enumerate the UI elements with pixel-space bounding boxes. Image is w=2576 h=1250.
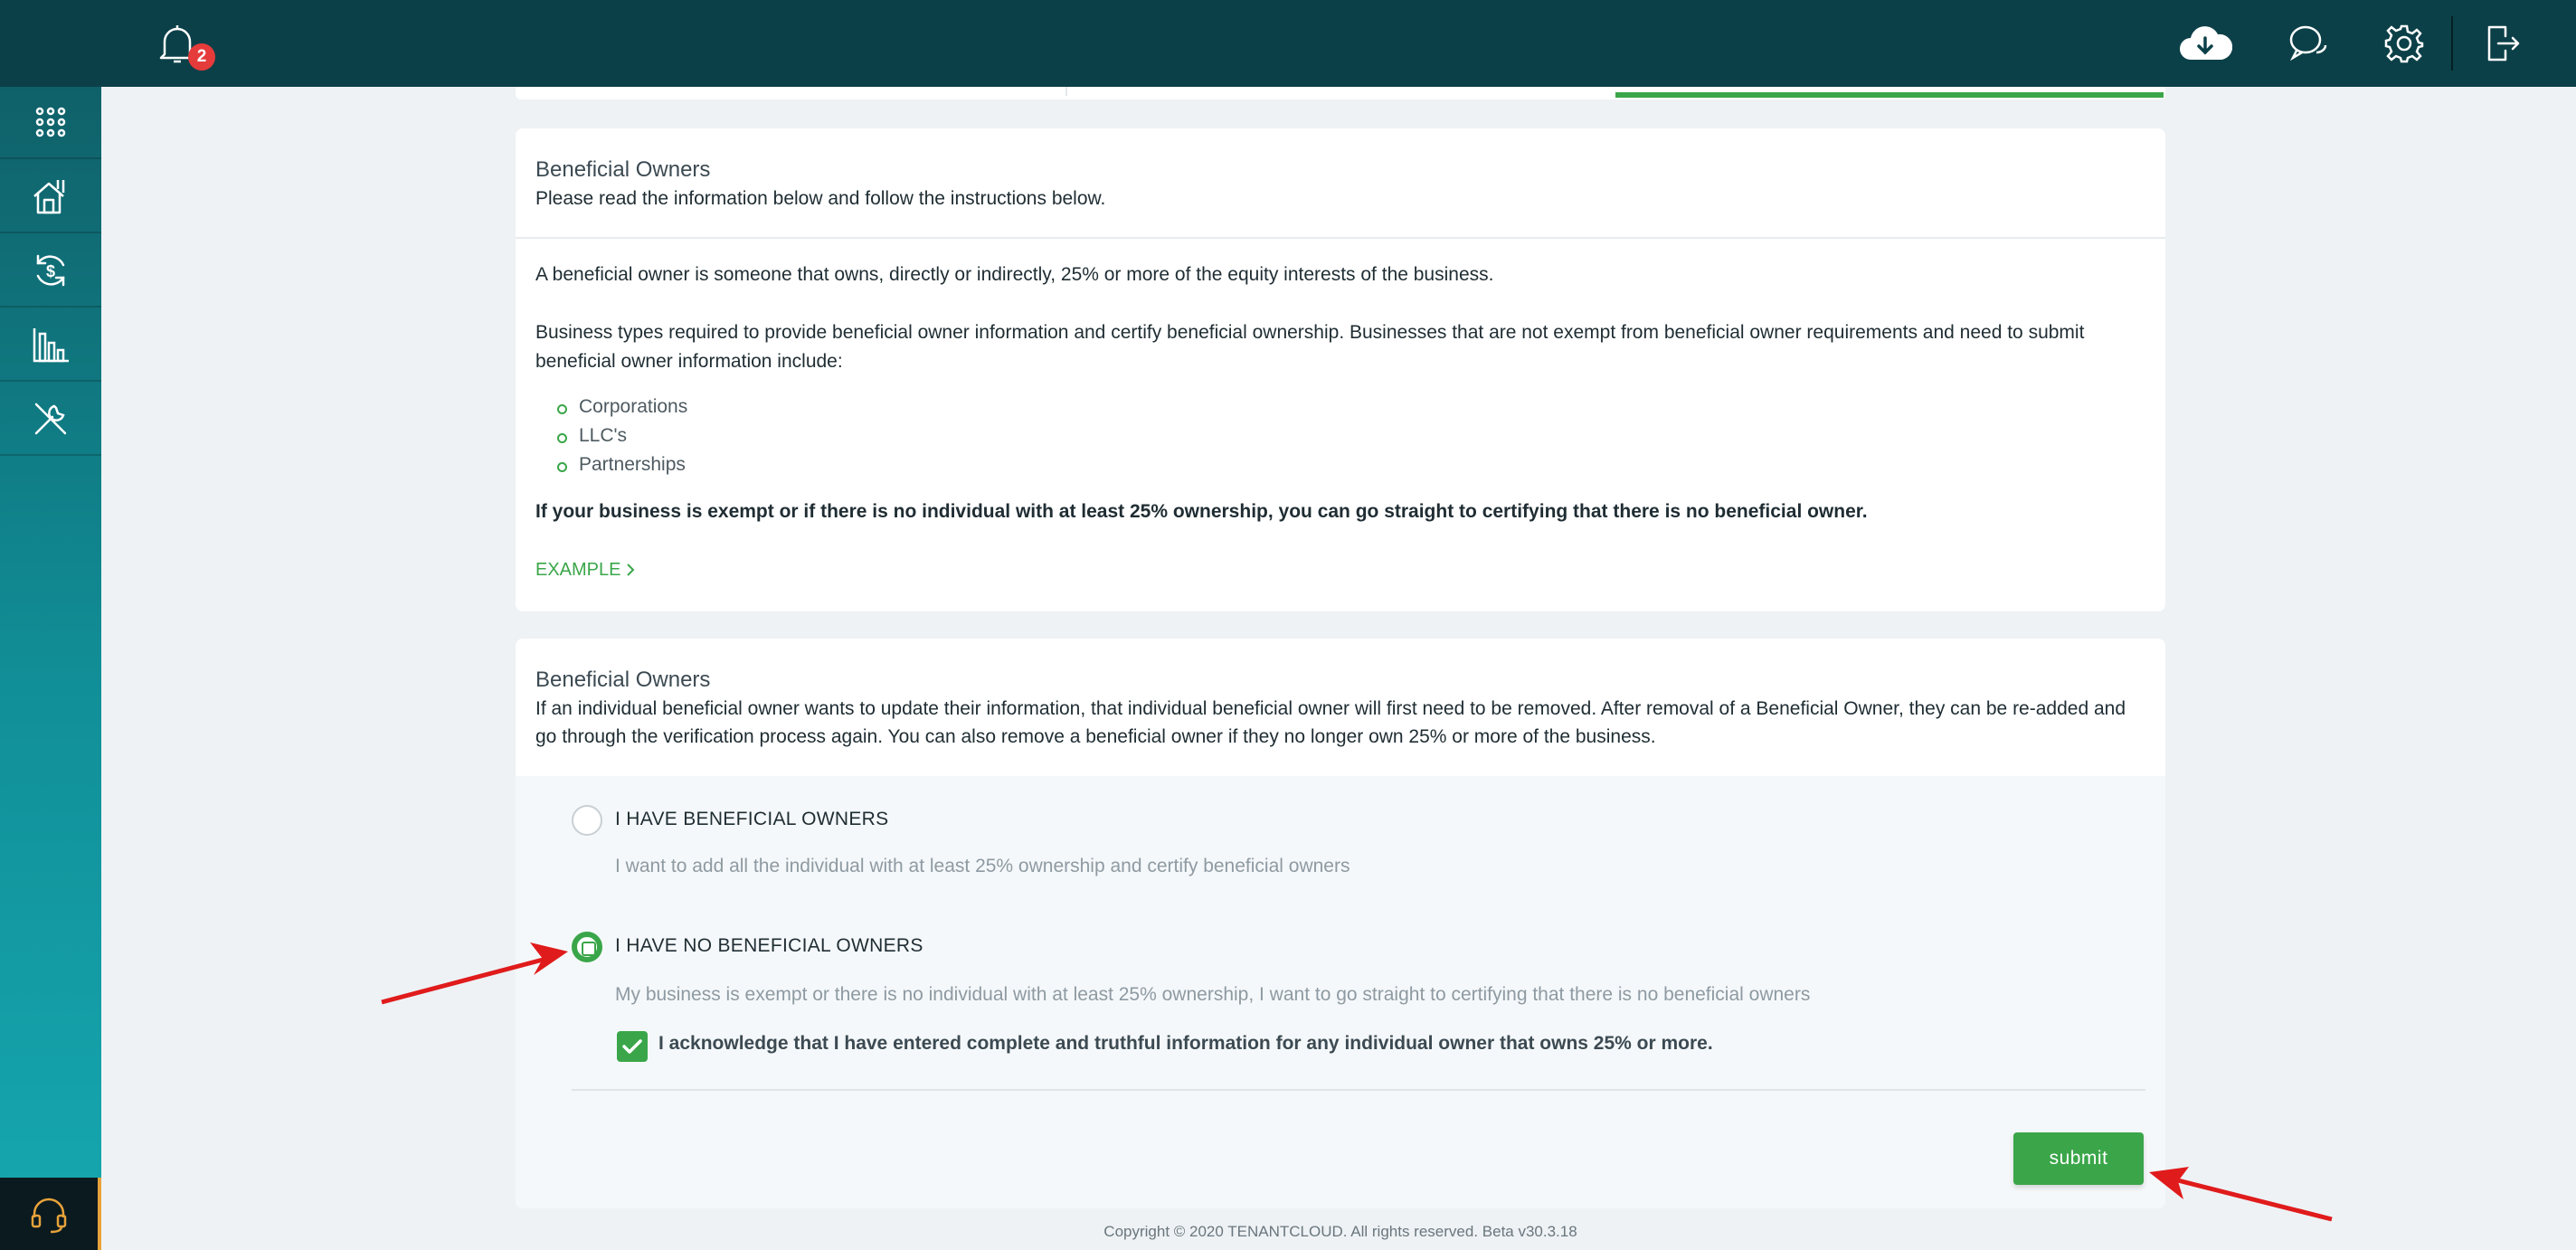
- card-description: If an individual beneficial owner wants …: [535, 698, 2126, 747]
- tab-strip: [516, 87, 2165, 99]
- copyright-text: Copyright © 2020 TENANTCLOUD. All rights…: [1103, 1223, 1577, 1240]
- sidebar-item-properties[interactable]: [0, 161, 101, 233]
- card-title: Beneficial Owners: [535, 668, 711, 692]
- acknowledge-checkbox[interactable]: [617, 1031, 648, 1062]
- logout-button[interactable]: [2478, 18, 2529, 69]
- beneficial-owners-info-card: Beneficial Owners Please read the inform…: [516, 128, 2165, 611]
- sidebar-item-maintenance[interactable]: [0, 384, 101, 456]
- submit-button[interactable]: submit: [2013, 1132, 2144, 1185]
- support-button[interactable]: [0, 1178, 101, 1250]
- example-link[interactable]: EXAMPLE: [535, 555, 635, 584]
- example-link-label: EXAMPLE: [535, 560, 621, 580]
- business-types-list: Corporations LLC's Partnerships: [535, 393, 2145, 479]
- notification-count-badge: 2: [188, 43, 215, 71]
- messages-button[interactable]: [2283, 18, 2334, 69]
- acknowledge-label[interactable]: I acknowledge that I have entered comple…: [658, 1033, 1713, 1055]
- top-bar: 2: [0, 0, 2576, 87]
- card-body: A beneficial owner is someone that owns,…: [516, 239, 2165, 584]
- no-owners-description: My business is exempt or there is no ind…: [615, 984, 1811, 1005]
- card-header: Beneficial Owners If an individual benef…: [516, 639, 2165, 776]
- sidebar: ➲ $: [0, 0, 101, 1250]
- no-owners-label[interactable]: I HAVE NO BENEFICIAL OWNERS: [615, 935, 923, 957]
- toolbar-divider: [2451, 16, 2453, 71]
- divider: [572, 1089, 2145, 1091]
- no-owners-radio[interactable]: [572, 932, 602, 962]
- download-button[interactable]: [2178, 18, 2232, 69]
- svg-text:$: $: [46, 262, 55, 280]
- card-title: Beneficial Owners: [535, 157, 711, 182]
- maintenance-tools-icon: [34, 402, 67, 435]
- headset-icon: [31, 1198, 67, 1234]
- sidebar-item-reports[interactable]: [0, 309, 101, 382]
- checkmark-icon: [622, 1039, 642, 1054]
- card-header: Beneficial Owners Please read the inform…: [516, 128, 2165, 239]
- sidebar-item-accounting[interactable]: $: [0, 235, 101, 308]
- have-owners-radio[interactable]: [572, 805, 602, 836]
- have-owners-description: I want to add all the individual with at…: [615, 856, 1350, 876]
- arrow-to-submit: [2149, 1167, 2333, 1222]
- properties-house-icon: [33, 180, 65, 214]
- list-item: Corporations: [535, 393, 2145, 421]
- cloud-download-icon: [2180, 26, 2232, 60]
- card-subtitle: Please read the information below and fo…: [535, 188, 1106, 209]
- chevron-right-icon: [627, 563, 635, 576]
- have-owners-label[interactable]: I HAVE BENEFICIAL OWNERS: [615, 809, 888, 830]
- definition-text: A beneficial owner is someone that owns,…: [535, 264, 1494, 285]
- active-tab-indicator: [1615, 92, 2164, 98]
- apps-grid-icon: [35, 107, 66, 137]
- requirement-text: Business types required to provide benef…: [535, 322, 2085, 372]
- list-item: Partnerships: [535, 450, 2145, 479]
- ownership-options: I HAVE BENEFICIAL OWNERS I want to add a…: [516, 776, 2165, 1208]
- logout-icon: [2487, 25, 2520, 62]
- accounting-dollar-icon: $: [36, 254, 65, 287]
- exempt-note: If your business is exempt or if there i…: [535, 501, 1868, 522]
- reports-chart-icon: [33, 328, 69, 363]
- beneficial-owners-form-card: Beneficial Owners If an individual benef…: [516, 639, 2165, 1208]
- list-item: LLC's: [535, 421, 2145, 450]
- settings-button[interactable]: [2379, 18, 2429, 69]
- chat-bubble-icon: [2289, 25, 2327, 62]
- sidebar-item-apps[interactable]: [0, 87, 101, 159]
- tab-divider: [1065, 87, 1067, 96]
- gear-icon: [2384, 24, 2424, 63]
